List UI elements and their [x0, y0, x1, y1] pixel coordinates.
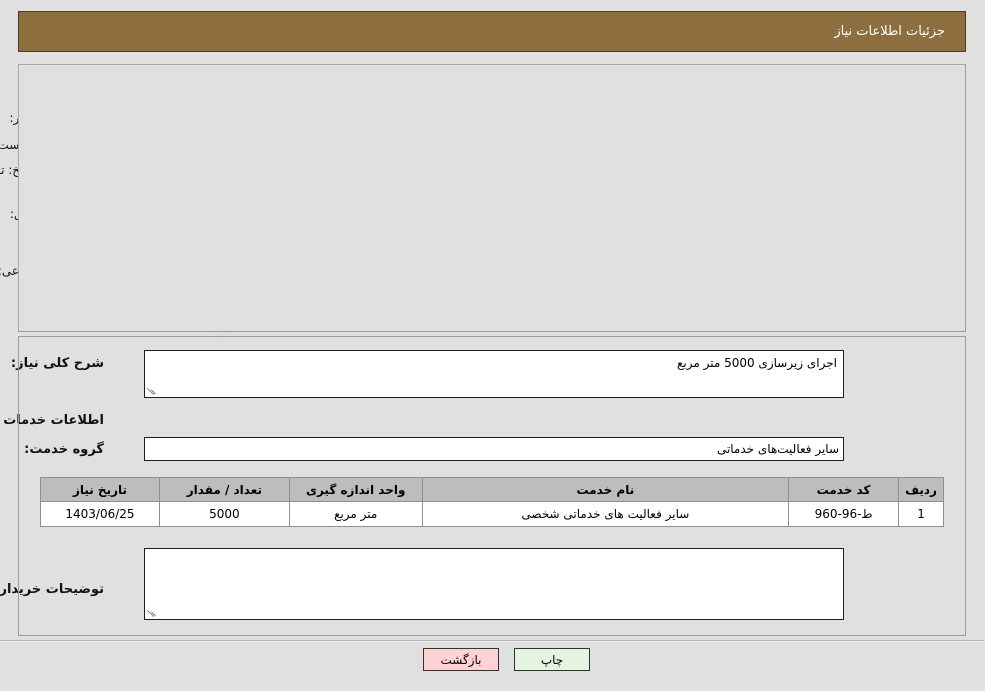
cell-quantity: 5000: [159, 501, 291, 527]
footer-divider: [0, 640, 985, 642]
column-header-index: ردیف: [899, 477, 945, 502]
table-row[interactable]: 1 ط-96-960 سایر فعالیت های خدماتی شخصی م…: [41, 501, 945, 527]
cell-code: ط-96-960: [789, 501, 901, 527]
cell-need-date: 1403/06/25: [41, 501, 161, 527]
print-button[interactable]: چاپ: [515, 648, 591, 671]
table-header-row: ردیف کد خدمت نام خدمت واحد اندازه گیری ت…: [41, 477, 945, 502]
column-header-qty: تعداد / مقدار: [159, 477, 291, 502]
services-table: ردیف کد خدمت نام خدمت واحد اندازه گیری ت…: [41, 477, 945, 527]
column-header-name: نام خدمت: [422, 477, 791, 502]
back-button[interactable]: بازگشت: [424, 648, 500, 671]
need-details-panel: [19, 64, 967, 332]
column-header-code: کد خدمت: [789, 477, 901, 502]
cell-unit: متر مربع: [289, 501, 424, 527]
page-title: جزئیات اطلاعات نیاز: [835, 24, 946, 39]
cell-name: سایر فعالیت های خدماتی شخصی: [422, 501, 791, 527]
cell-index: 1: [899, 501, 945, 527]
column-header-unit: واحد اندازه گیری: [289, 477, 424, 502]
page-title-bar: جزئیات اطلاعات نیاز: [19, 11, 967, 52]
column-header-date: تاریخ نیاز: [41, 477, 161, 502]
